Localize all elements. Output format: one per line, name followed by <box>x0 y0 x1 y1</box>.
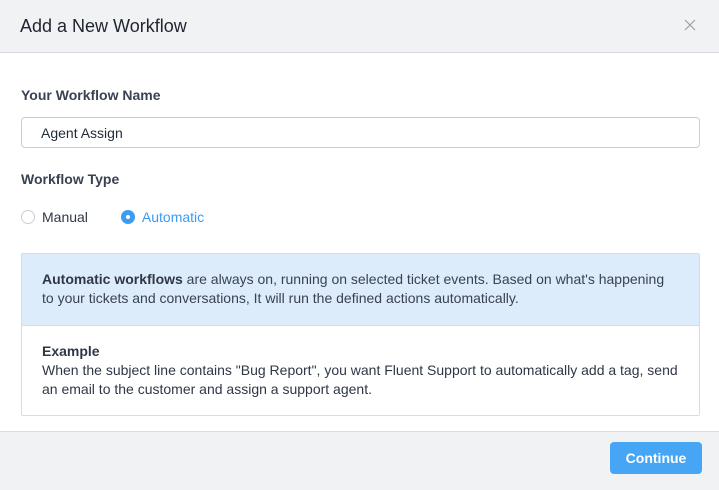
info-example: Example When the subject line contains "… <box>22 326 699 415</box>
modal-footer: Continue <box>0 431 719 490</box>
workflow-type-radio-group: Manual Automatic <box>21 208 700 226</box>
continue-button[interactable]: Continue <box>610 442 702 474</box>
example-title: Example <box>42 343 100 359</box>
info-bold-lead: Automatic workflows <box>42 271 183 287</box>
example-text: When the subject line contains "Bug Repo… <box>42 362 678 397</box>
radio-manual[interactable]: Manual <box>21 209 88 225</box>
modal-header: Add a New Workflow <box>0 0 719 53</box>
radio-automatic-circle[interactable] <box>120 210 135 224</box>
workflow-info-box: Automatic workflows are always on, runni… <box>21 253 700 416</box>
close-button[interactable] <box>683 18 699 34</box>
modal-title: Add a New Workflow <box>20 15 187 36</box>
radio-manual-label: Manual <box>42 209 88 225</box>
workflow-name-input[interactable] <box>21 117 700 148</box>
info-description: Automatic workflows are always on, runni… <box>22 254 699 326</box>
radio-automatic-label: Automatic <box>141 209 205 225</box>
radio-automatic[interactable]: Automatic <box>120 209 205 225</box>
workflow-name-label: Your Workflow Name <box>21 87 161 103</box>
add-workflow-modal: Add a New Workflow Your Workflow Name Wo… <box>0 0 719 490</box>
close-icon <box>684 19 696 31</box>
modal-body: Your Workflow Name Workflow Type Manual … <box>0 53 719 416</box>
workflow-type-label: Workflow Type <box>21 171 120 187</box>
radio-manual-circle[interactable] <box>21 210 35 224</box>
